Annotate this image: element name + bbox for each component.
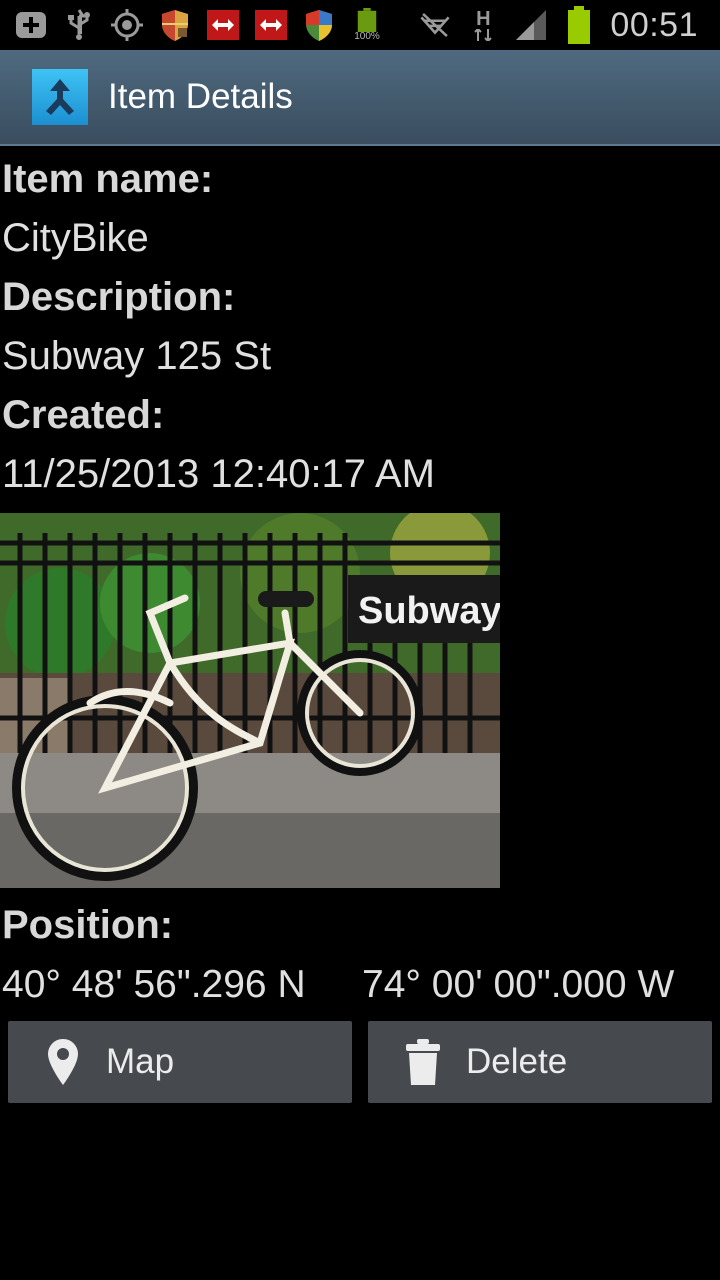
item-name-value: CityBike: [2, 216, 149, 260]
subway-sign-text: Subway: [358, 590, 500, 632]
latitude-value: 40° 48' 56".296 N: [2, 963, 306, 1006]
item-name-label: Item name:: [2, 157, 214, 201]
transit-icon: [206, 8, 240, 42]
gps-icon: [110, 8, 144, 42]
signal-blocked-icon: [418, 8, 452, 42]
map-pin-icon: [46, 1038, 80, 1086]
usb-icon: [62, 8, 96, 42]
network-type-label: H: [476, 8, 491, 30]
shield-icon: [158, 8, 192, 42]
add-icon: [14, 8, 48, 42]
signal-strength-icon: [514, 8, 548, 42]
action-bar: Item Details: [0, 50, 720, 146]
created-value: 11/25/2013 12:40:17 AM: [2, 452, 435, 496]
map-button[interactable]: Map: [8, 1021, 352, 1103]
item-details: Item name: CityBike Description: Subway …: [0, 148, 720, 502]
battery-percent-label: 100%: [354, 31, 380, 42]
transit-icon: [254, 8, 288, 42]
delete-button[interactable]: Delete: [368, 1021, 712, 1103]
description-label: Description:: [2, 275, 236, 319]
trash-icon: [406, 1038, 440, 1086]
shield-icon: [302, 8, 336, 42]
page-title: Item Details: [108, 77, 293, 116]
status-bar: 100% H 00:51: [0, 0, 720, 50]
item-photo: Subway: [0, 513, 500, 888]
clock: 00:51: [610, 5, 698, 44]
battery-full-icon: 100%: [350, 8, 384, 42]
battery-icon: [562, 6, 596, 44]
created-label: Created:: [2, 393, 165, 437]
position-coordinates: 40° 48' 56".296 N 74° 00' 00".000 W: [2, 963, 674, 1007]
delete-button-label: Delete: [466, 1042, 568, 1081]
longitude-value: 74° 00' 00".000 W: [362, 963, 675, 1006]
notification-icons: 100%: [0, 8, 384, 42]
map-button-label: Map: [106, 1042, 175, 1081]
app-logo-icon[interactable]: [32, 69, 88, 125]
position-label: Position:: [2, 903, 174, 947]
system-icons: H 00:51: [418, 6, 720, 45]
network-type-icon: H: [466, 8, 500, 42]
description-value: Subway 125 St: [2, 334, 272, 378]
